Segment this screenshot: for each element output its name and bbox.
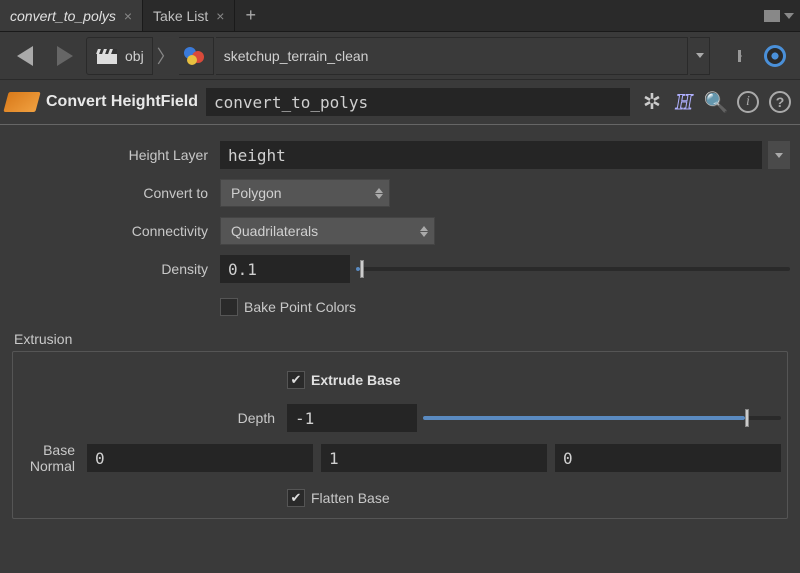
add-tab-button[interactable]: + (235, 5, 266, 26)
target-icon (764, 45, 786, 67)
depth-input[interactable] (287, 404, 417, 432)
depth-slider[interactable] (423, 404, 781, 432)
path-segment-geo[interactable] (179, 37, 214, 75)
bake-point-colors-checkbox[interactable] (220, 298, 238, 316)
operator-type-label: Convert HeightField (46, 93, 198, 111)
extrude-base-checkbox[interactable] (287, 371, 305, 389)
base-normal-label: Base Normal (19, 442, 87, 474)
extrusion-group: Extrusion Extrude Base Depth (10, 331, 790, 519)
window-menu-icon[interactable] (784, 13, 794, 19)
arrow-right-icon (57, 46, 73, 66)
gear-button[interactable]: ✲ (638, 88, 666, 116)
close-icon[interactable]: × (216, 8, 224, 24)
base-normal-y-input[interactable] (321, 444, 547, 472)
connectivity-select[interactable]: Quadrilaterals (220, 217, 435, 245)
flatten-base-checkbox[interactable] (287, 489, 305, 507)
path-label: obj (125, 48, 144, 64)
heightfield-icon (3, 92, 40, 112)
chevron-down-icon (696, 53, 704, 58)
h-logo-icon: H (675, 89, 692, 115)
path-segment-obj[interactable]: obj (86, 37, 153, 75)
path-input[interactable]: sketchup_terrain_clean (216, 37, 688, 75)
tab-label: Take List (153, 8, 208, 24)
tab-label: convert_to_polys (10, 8, 116, 24)
select-value: Polygon (231, 185, 282, 201)
houdini-help-button[interactable]: H (670, 88, 698, 116)
clapper-icon (95, 46, 119, 66)
window-icon[interactable] (764, 10, 780, 22)
chevron-down-icon (775, 153, 783, 158)
parameters-panel: Height Layer Convert to Polygon Connecti… (0, 125, 800, 527)
flatten-base-label: Flatten Base (311, 490, 390, 506)
height-layer-input[interactable] (220, 141, 762, 169)
geo-icon (183, 45, 205, 67)
close-icon[interactable]: × (124, 8, 132, 24)
density-label: Density (10, 261, 220, 277)
tab-bar: convert_to_polys × Take List × + (0, 0, 800, 32)
info-button[interactable]: i (734, 88, 762, 116)
chevron-right-icon: 〉 (155, 43, 177, 69)
operator-name-input[interactable] (206, 88, 630, 116)
arrow-left-icon (17, 46, 33, 66)
pin-icon (724, 45, 746, 67)
base-normal-x-input[interactable] (87, 444, 313, 472)
convert-to-select[interactable]: Polygon (220, 179, 390, 207)
convert-to-label: Convert to (10, 185, 220, 201)
search-button[interactable]: 🔍 (702, 88, 730, 116)
base-normal-z-input[interactable] (555, 444, 781, 472)
nav-forward-button[interactable] (46, 37, 84, 75)
search-icon: 🔍 (704, 90, 729, 115)
density-input[interactable] (220, 255, 350, 283)
help-button[interactable]: ? (766, 88, 794, 116)
path-text: sketchup_terrain_clean (224, 48, 369, 64)
info-icon: i (737, 91, 759, 113)
gear-icon: ✲ (643, 89, 661, 115)
density-slider[interactable] (356, 255, 790, 283)
pin-button[interactable] (716, 37, 754, 75)
extrude-base-label: Extrude Base (311, 372, 400, 388)
nav-back-button[interactable] (6, 37, 44, 75)
tab-convert-to-polys[interactable]: convert_to_polys × (0, 0, 143, 31)
help-icon: ? (769, 91, 791, 113)
select-value: Quadrilaterals (231, 223, 318, 239)
tab-take-list[interactable]: Take List × (143, 0, 235, 31)
height-layer-label: Height Layer (10, 147, 220, 163)
nav-bar: obj 〉 sketchup_terrain_clean (0, 32, 800, 80)
height-layer-dropdown[interactable] (768, 141, 790, 169)
path-dropdown[interactable] (690, 37, 710, 75)
extrusion-group-label: Extrusion (10, 331, 790, 347)
bake-point-colors-label: Bake Point Colors (244, 299, 356, 315)
connectivity-label: Connectivity (10, 223, 220, 239)
depth-label: Depth (19, 410, 287, 426)
operator-header: Convert HeightField ✲ H 🔍 i ? (0, 80, 800, 125)
follow-selection-button[interactable] (756, 37, 794, 75)
